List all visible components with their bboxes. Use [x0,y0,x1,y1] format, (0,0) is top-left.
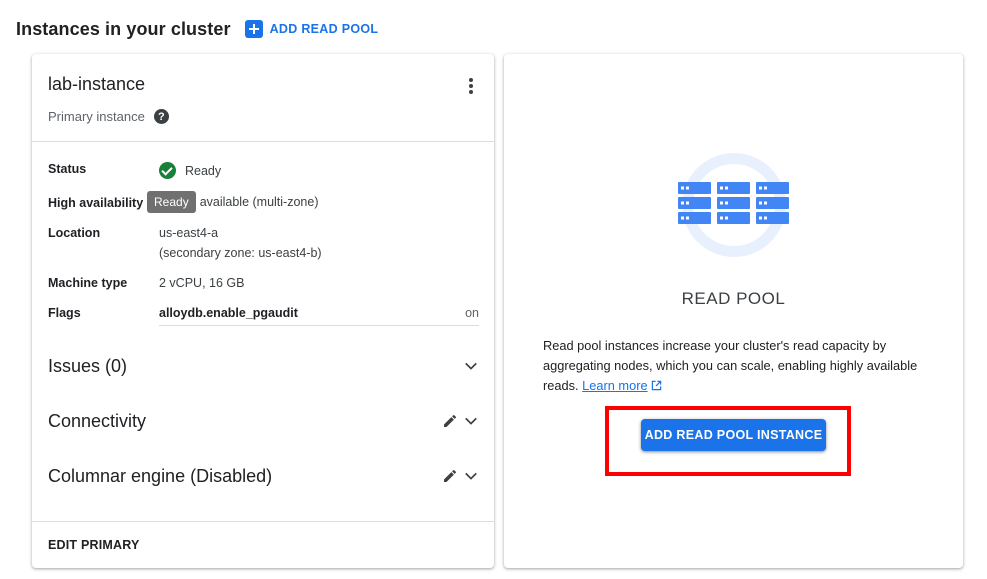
columnar-engine-title: Columnar engine (Disabled) [48,465,273,486]
connectivity-section[interactable]: Connectivity [48,406,480,436]
ha-tooltip: Ready [147,191,196,213]
check-circle-icon [159,162,176,179]
learn-more-link[interactable]: Learn more [582,378,647,393]
ha-label: High availability [48,196,144,210]
flag-value: on [465,306,479,320]
machine-type-label: Machine type [48,276,128,290]
page-title: Instances in your cluster [16,18,231,39]
chevron-down-icon[interactable] [462,357,480,375]
divider [32,521,494,522]
chevron-down-icon[interactable] [462,412,480,430]
location-label: Location [48,226,101,240]
edit-icon[interactable] [442,468,458,484]
machine-type-value: 2 vCPU, 16 GB [159,276,245,290]
flags-label: Flags [48,306,81,320]
add-icon [244,20,263,38]
help-icon[interactable]: ? [153,109,169,124]
flag-name: alloydb.enable_pgaudit [159,306,298,320]
status-text: Ready [185,163,222,178]
ha-text: available (multi-zone) [199,195,319,209]
primary-instance-card: lab-instance Primary instance ? Status R… [32,54,494,568]
ha-value: Ready available (multi-zone) [147,191,319,213]
read-pool-title: READ POOL [681,289,786,308]
issues-section[interactable]: Issues (0) [48,351,480,381]
columnar-engine-section[interactable]: Columnar engine (Disabled) [48,461,480,491]
instance-role: Primary instance ? [48,109,169,124]
flag-row: alloydb.enable_pgaudit on [159,306,479,326]
issues-title: Issues (0) [48,355,128,376]
page: Instances in your cluster ADD READ POOL … [0,0,987,579]
instance-role-label: Primary instance [48,109,145,124]
status-value: Ready [159,162,221,179]
instance-name: lab-instance [48,74,146,94]
section-header: Instances in your cluster ADD READ POOL [16,14,378,44]
read-pool-card: READ POOL Read pool instances increase y… [504,54,963,568]
add-read-pool-instance-button[interactable]: ADD READ POOL INSTANCE [641,419,826,451]
external-link-icon[interactable] [651,380,662,391]
more-vert-icon[interactable] [466,77,476,95]
chevron-down-icon[interactable] [462,467,480,485]
location-primary: us-east4-a [159,226,219,240]
add-read-pool-button[interactable]: ADD READ POOL [244,20,379,38]
edit-primary-button[interactable]: EDIT PRIMARY [48,538,140,552]
status-label: Status [48,162,87,176]
server-rack-icon [678,153,789,257]
connectivity-title: Connectivity [48,410,147,431]
add-read-pool-label: ADD READ POOL [269,22,379,36]
divider [32,141,494,142]
location-secondary: (secondary zone: us-east4-b) [159,246,322,260]
read-pool-description: Read pool instances increase your cluste… [543,336,935,396]
edit-icon[interactable] [442,413,458,429]
